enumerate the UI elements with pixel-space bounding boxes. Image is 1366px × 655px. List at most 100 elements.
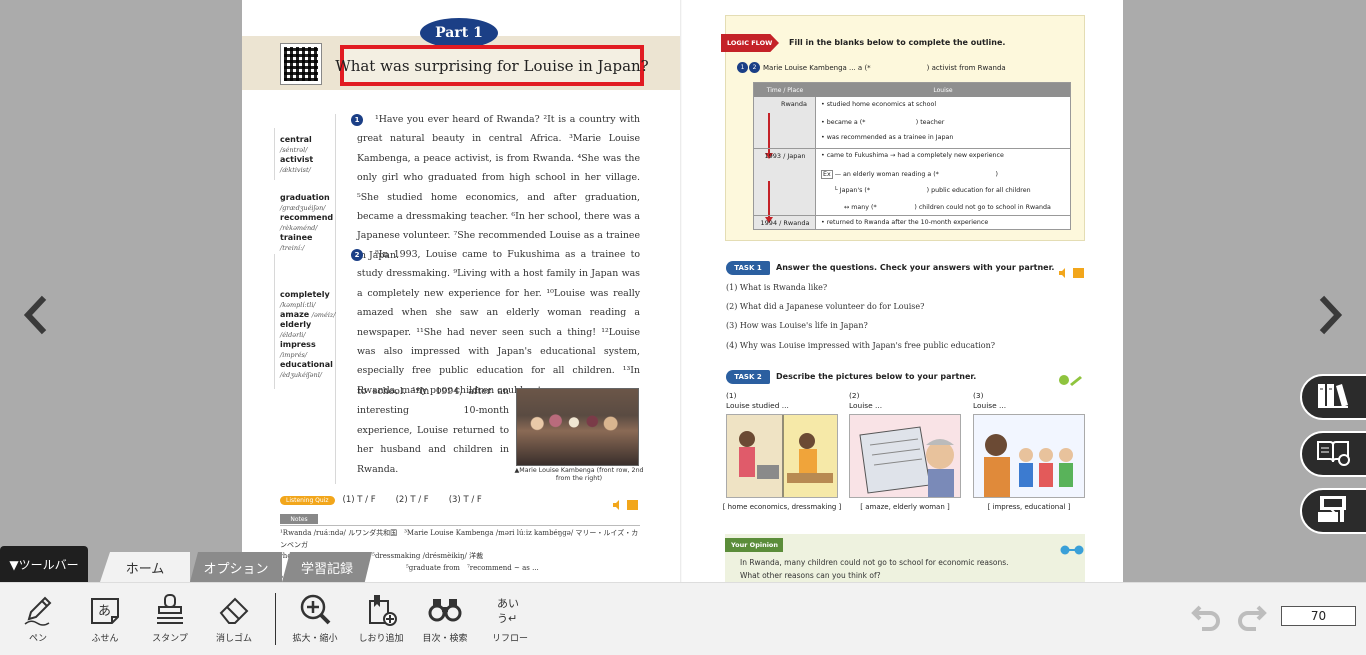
gloss-word: completely — [280, 290, 330, 299]
tab-home[interactable]: ホーム — [100, 552, 190, 582]
add-bookmark-button[interactable]: しおり追加 — [351, 593, 411, 649]
teaching-tools-button[interactable] — [1300, 488, 1366, 534]
gloss-pron: /treiníː/ — [280, 244, 305, 252]
toolbar-toggle-button[interactable]: ▼ツールバー — [0, 546, 88, 582]
picture-number: (3) — [973, 391, 984, 400]
tool-label: 目次・検索 — [422, 634, 468, 644]
opinion-line: What other reasons can you think of? — [740, 571, 881, 580]
bookmark-add-icon — [369, 595, 397, 626]
task2-tag: TASK 2 — [726, 370, 770, 384]
outline-row-text: — an elderly woman reading a (* ) — [834, 171, 998, 178]
picture-label-3: (3) Louise ... — [973, 391, 1006, 411]
gloss-rule — [274, 254, 275, 389]
reflow-icon: あいう↵ — [497, 597, 519, 625]
outline-row: • came to Fukushima → had a completely n… — [821, 152, 1004, 159]
picture-prompt: Louise ... — [973, 401, 1007, 410]
pen-icon — [24, 596, 52, 626]
reflow-button[interactable]: あい う↵ リフロー — [480, 593, 540, 649]
sticky-note-button[interactable]: あ ふせん — [75, 593, 135, 649]
quiz-item-3[interactable]: (3) T / F — [449, 495, 482, 505]
question: (3) How was Louise's life in Japan? — [726, 321, 868, 330]
qr-code-icon[interactable] — [280, 43, 322, 85]
book-settings-icon — [1316, 438, 1350, 470]
picture-prompt: Louise ... — [849, 401, 883, 410]
picture-schoolkids[interactable] — [973, 414, 1085, 498]
toc-search-button[interactable]: 目次・検索 — [415, 593, 475, 649]
opinion-line: In Rwanda, many children could not go to… — [740, 558, 1009, 567]
zoom-button[interactable]: 拡大・縮小 — [285, 593, 345, 649]
book-viewer: Part 1 What was surprising for Louise in… — [0, 0, 1366, 582]
gloss-word: graduation — [280, 193, 330, 202]
task2-instruction: Describe the pictures below to your part… — [776, 372, 977, 381]
tab-options[interactable]: オプション — [190, 552, 282, 582]
place-column — [754, 97, 816, 229]
picture-sewing[interactable] — [726, 414, 838, 498]
audio-icon[interactable] — [1058, 263, 1084, 278]
teaching-tools-icon — [1316, 494, 1350, 528]
outline-row[interactable]: Ex — an elderly woman reading a (* ) — [821, 169, 998, 179]
outline-row[interactable]: ↔ many (* ) children could not go to sch… — [844, 202, 1051, 211]
bookshelf-button[interactable] — [1300, 374, 1366, 420]
logic-flow-table: Time / Place Louise Rwanda 1993 / Japan … — [753, 82, 1071, 230]
pen-button[interactable]: ペン — [8, 593, 68, 649]
paragraph-2[interactable]: ⁸In 1993, Louise came to Fukushima as a … — [357, 245, 640, 400]
logic-flow-text[interactable]: Marie Louise Kambenga ... a (* ) activis… — [763, 63, 1006, 73]
page-title[interactable]: What was surprising for Louise in Japan? — [335, 45, 649, 86]
audio-icon[interactable] — [612, 495, 638, 510]
gloss-word: educational — [280, 360, 333, 369]
notes-rule — [280, 525, 640, 526]
picture-caption: [ home economics, dressmaking ] — [722, 503, 842, 511]
eraser-button[interactable]: 消しゴム — [204, 593, 264, 649]
quiz-item-2[interactable]: (2) T / F — [396, 495, 429, 505]
paragraph-2-cont[interactable]: to school. ¹⁴In 1994, after an interesti… — [357, 382, 509, 479]
outline-row[interactable]: └ Japan's (* ) public education for all … — [834, 185, 1031, 194]
undo-icon[interactable] — [1190, 601, 1224, 635]
picture-prompt: Louise studied ... — [726, 401, 789, 410]
table-divider — [754, 215, 1070, 216]
picture-caption: [ amaze, elderly woman ] — [860, 503, 950, 511]
reflow-icon-text: あい — [497, 597, 519, 610]
left-page: Part 1 What was surprising for Louise in… — [242, 0, 682, 582]
tool-label: しおり追加 — [358, 634, 404, 644]
gloss-pron: /imprés/ — [280, 351, 308, 359]
opinion-text: In Rwanda, many children could not go to… — [740, 556, 1070, 582]
tool-label: リフロー — [491, 634, 528, 644]
place-label: 1993 / Japan — [764, 152, 806, 160]
task1-tag: TASK 1 — [726, 261, 770, 275]
table-header-cell: Louise — [933, 86, 953, 94]
place-label: 1994 / Rwanda — [760, 219, 810, 227]
toolbar: ペン あ ふせん スタンプ 消しゴム 拡大・縮小 しおり追加 目次・検索 あいう… — [0, 582, 1366, 655]
binoculars-icon — [428, 599, 462, 622]
table-header-cell: Time / Place — [766, 86, 804, 94]
pencil-icon[interactable] — [1058, 371, 1084, 386]
gloss-pron: /ǽktivist/ — [280, 166, 311, 174]
photo-kambenga[interactable] — [516, 388, 639, 466]
paragraph-1[interactable]: ¹Have you ever heard of Rwanda? ²It is a… — [357, 110, 640, 265]
picture-caption: [ impress, educational ] — [987, 503, 1071, 511]
example-tag: Ex — [821, 170, 833, 179]
table-divider — [754, 148, 1070, 149]
next-page-arrow-icon[interactable] — [1316, 295, 1346, 335]
picture-newspaper[interactable] — [849, 414, 961, 498]
glossary-group-3: completely /kəmplíːtli/ amaze /əméiz/ el… — [280, 290, 350, 380]
stamp-button[interactable]: スタンプ — [140, 593, 200, 649]
redo-icon[interactable] — [1234, 601, 1268, 635]
tool-label: 消しゴム — [215, 634, 252, 644]
outline-row: • studied home economics at school — [821, 101, 937, 108]
stamp-icon — [157, 594, 183, 624]
notes-line: ¹Rwanda /ruáːndə/ ルワンダ共和国 ³Marie Louise … — [280, 529, 639, 549]
quiz-item-1[interactable]: (1) T / F — [343, 495, 376, 505]
book-settings-button[interactable] — [1300, 431, 1366, 477]
right-page: LOGIC FLOW Fill in the blanks below to c… — [682, 0, 1123, 582]
zoom-level-input[interactable]: 70 — [1281, 606, 1356, 626]
picture-number: (1) — [726, 391, 737, 400]
question: (4) Why was Louise impressed with Japan'… — [726, 341, 996, 350]
tab-learning-record[interactable]: 学習記録 — [282, 552, 372, 582]
gloss-word: trainee — [280, 233, 313, 242]
outline-row: • was recommended as a trainee in Japan — [821, 134, 954, 141]
prev-page-arrow-icon[interactable] — [20, 295, 50, 335]
gloss-word: impress — [280, 340, 316, 349]
picture-label-2: (2) Louise ... — [849, 391, 882, 411]
outline-row[interactable]: • became a (* ) teacher — [821, 117, 944, 126]
bookshelf-icon — [1316, 381, 1350, 413]
